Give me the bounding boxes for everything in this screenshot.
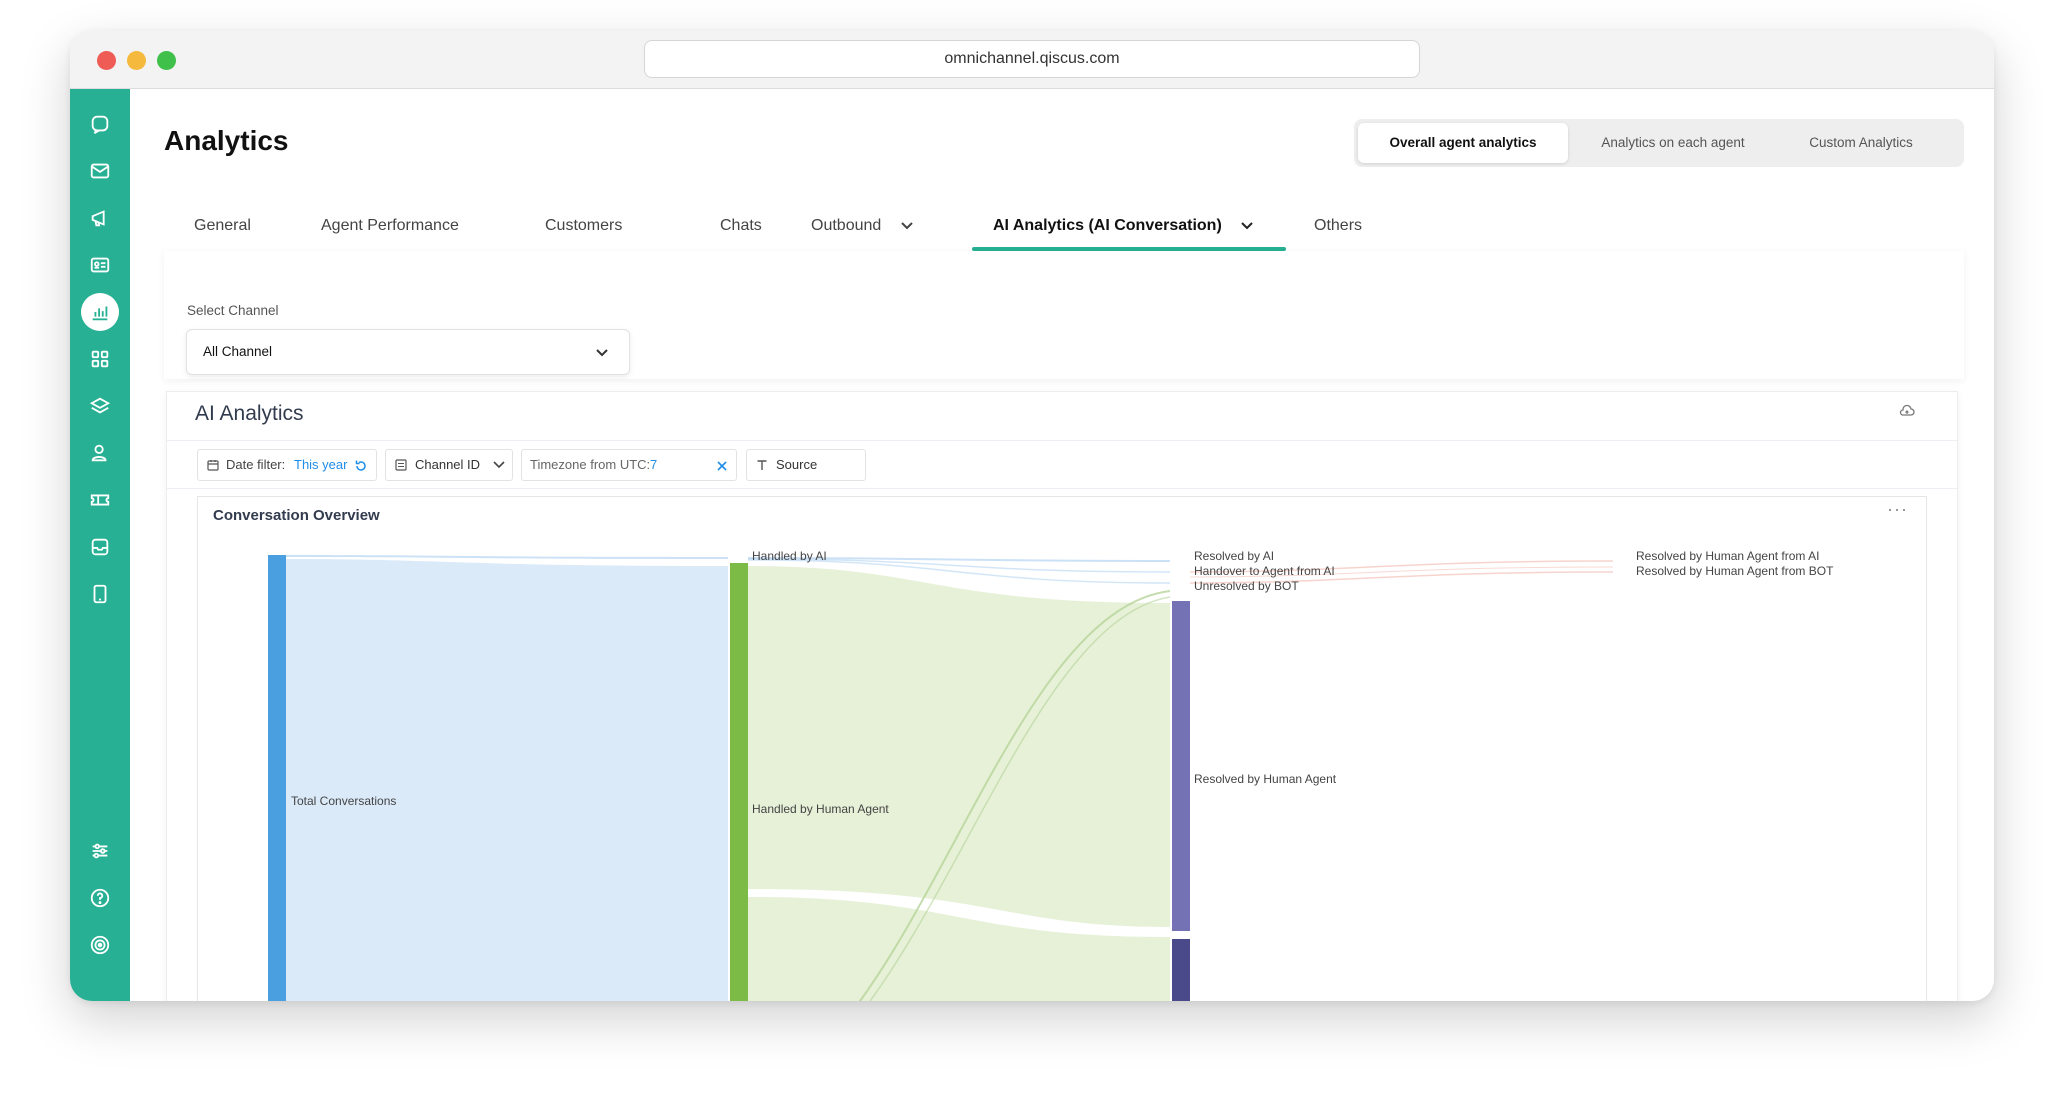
date-filter-value: This year — [294, 457, 348, 472]
chevron-down-icon — [596, 349, 608, 357]
label-resolved-by-human: Resolved by Human Agent — [1194, 772, 1337, 786]
channel-id-label: Channel ID — [415, 457, 481, 472]
channel-select-label: Select Channel — [187, 303, 279, 318]
browser-titlebar: omnichannel.qiscus.com — [70, 31, 1994, 89]
ai-analytics-card: AI Analytics Date filter: This year Chan… — [166, 391, 1958, 1001]
channel-select[interactable]: All Channel — [186, 329, 630, 375]
analytics-view-switcher: Overall agent analytics Analytics on eac… — [1354, 119, 1964, 167]
address-bar[interactable]: omnichannel.qiscus.com — [644, 40, 1420, 78]
inbox-icon[interactable] — [81, 528, 119, 566]
sankey-chart: Total Conversations Handled by AI Handle… — [268, 549, 1834, 1001]
calendar-icon — [207, 460, 219, 471]
view-analytics-each-agent[interactable]: Analytics on each agent — [1568, 123, 1778, 163]
list-icon — [395, 459, 407, 471]
tab-outbound[interactable]: Outbound — [811, 207, 914, 251]
view-overall-agent-analytics[interactable]: Overall agent analytics — [1358, 123, 1568, 163]
tab-chats[interactable]: Chats — [720, 207, 762, 251]
node-resolved-by-human[interactable] — [1172, 601, 1190, 931]
node-dark[interactable] — [1172, 939, 1190, 1001]
label-total-conversations: Total Conversations — [291, 794, 396, 808]
node-handled-by-human[interactable] — [730, 563, 748, 1001]
text-type-icon — [757, 460, 767, 470]
source-filter[interactable]: Source — [746, 449, 866, 481]
node-total-conversations[interactable] — [268, 555, 286, 1001]
channel-select-value: All Channel — [203, 344, 273, 359]
analytics-icon[interactable] — [81, 293, 119, 331]
timezone-label: Timezone from UTC: — [530, 457, 651, 472]
timezone-filter[interactable]: Timezone from UTC: 7 — [521, 449, 737, 481]
help-icon[interactable] — [81, 879, 119, 917]
mail-icon[interactable] — [81, 152, 119, 190]
agent-icon[interactable] — [81, 434, 119, 472]
megaphone-icon[interactable] — [81, 199, 119, 237]
channel-id-filter[interactable]: Channel ID — [385, 449, 513, 481]
ticket-icon[interactable] — [81, 481, 119, 519]
browser-window: omnichannel.qiscus.com Analytics Overall… — [70, 31, 1994, 1001]
apps-grid-icon[interactable] — [81, 340, 119, 378]
tab-general[interactable]: General — [194, 207, 251, 251]
chevron-down-icon — [1241, 222, 1253, 230]
minimize-window-button[interactable] — [127, 51, 146, 70]
tab-agent-performance[interactable]: Agent Performance — [321, 207, 459, 251]
more-options-icon[interactable]: ··· — [1887, 499, 1908, 520]
sidebar — [70, 89, 130, 1001]
target-icon[interactable] — [81, 926, 119, 964]
main-content: Analytics Overall agent analytics Analyt… — [130, 89, 1994, 1001]
label-handover-from-ai: Handover to Agent from AI — [1194, 564, 1335, 578]
divider — [167, 440, 1957, 441]
view-custom-analytics[interactable]: Custom Analytics — [1766, 123, 1956, 163]
mobile-icon[interactable] — [81, 575, 119, 613]
analytics-tabs: General Agent Performance Customers Chat… — [164, 207, 1964, 251]
conversation-overview-title: Conversation Overview — [213, 507, 380, 524]
tab-ai-analytics[interactable]: AI Analytics (AI Conversation) — [993, 207, 1254, 251]
link-total-to-human — [286, 559, 728, 1001]
link-total-to-ai — [286, 555, 728, 559]
label-resolved-by-ai: Resolved by AI — [1194, 549, 1274, 563]
page-title: Analytics — [164, 125, 289, 156]
label-handled-by-ai: Handled by AI — [752, 549, 827, 563]
date-filter[interactable]: Date filter: This year — [197, 449, 377, 481]
layers-icon[interactable] — [81, 387, 119, 425]
timezone-value: 7 — [650, 457, 658, 472]
tab-customers[interactable]: Customers — [545, 207, 622, 251]
label-resolved-human-from-bot: Resolved by Human Agent from BOT — [1636, 564, 1834, 578]
maximize-window-button[interactable] — [157, 51, 176, 70]
chevron-down-icon — [493, 461, 505, 469]
tab-others[interactable]: Others — [1314, 207, 1362, 251]
contact-card-icon[interactable] — [81, 246, 119, 284]
close-window-button[interactable] — [97, 51, 116, 70]
label-resolved-human-from-ai: Resolved by Human Agent from AI — [1636, 549, 1819, 563]
chat-icon[interactable] — [81, 105, 119, 143]
tab-ai-analytics-label: AI Analytics (AI Conversation) — [993, 217, 1222, 234]
label-handled-by-human: Handled by Human Agent — [752, 802, 889, 816]
clear-icon[interactable] — [716, 460, 728, 472]
chevron-down-icon — [901, 222, 913, 230]
ai-analytics-title: AI Analytics — [195, 402, 304, 425]
date-filter-label: Date filter: — [226, 457, 286, 472]
reset-icon[interactable] — [354, 459, 368, 473]
label-unresolved-by-bot: Unresolved by BOT — [1194, 579, 1299, 593]
source-label: Source — [776, 457, 818, 472]
cloud-upload-icon[interactable] — [1899, 404, 1915, 418]
conversation-overview-card: Total Conversations Handled by AI Handle… — [197, 496, 1927, 1001]
channel-filter-card: Select Channel All Channel — [164, 251, 1964, 379]
divider — [167, 488, 1957, 489]
tab-outbound-label: Outbound — [811, 217, 882, 234]
settings-sliders-icon[interactable] — [81, 832, 119, 870]
